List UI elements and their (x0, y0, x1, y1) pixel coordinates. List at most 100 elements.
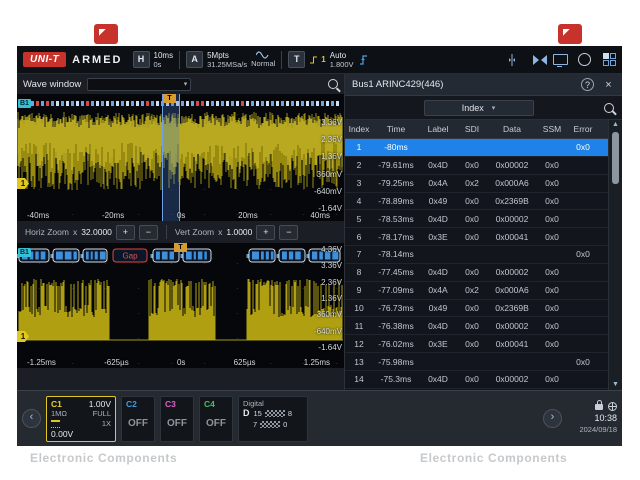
channel3-box[interactable]: C3 OFF (160, 396, 194, 442)
table-row[interactable]: 14-75.3ms0x4D0x00x000020x0 (345, 371, 608, 389)
oscilloscope-screen: UNI-T ARMED H 10ms 0s A 5Mpts 31.25MSa/s (17, 46, 622, 446)
digital-bit: 15 (254, 408, 262, 419)
table-row[interactable]: 9-77.09ms0x4A0x20x000A60x0 (345, 282, 608, 300)
scrollbar[interactable]: ▲ ▼ (608, 120, 622, 390)
acquire-menu-button[interactable]: A (186, 51, 203, 68)
table-row[interactable]: 13-75.98ms0x0 (345, 353, 608, 371)
table-cell: -78.14ms (373, 249, 419, 259)
table-cell: -75.3ms (373, 374, 419, 384)
horiz-zoom-out-button[interactable]: − (139, 225, 158, 240)
search-icon[interactable] (328, 79, 338, 89)
help-icon[interactable]: ? (581, 78, 594, 91)
wave-plot-main[interactable]: T B1 1 3.36V2.36V1.36V360mV-640mV-1.64V … (17, 94, 344, 221)
auto-center-icon[interactable] (503, 51, 521, 69)
horiz-zoom-in-button[interactable]: + (116, 225, 135, 240)
vert-zoom-out-button[interactable]: − (279, 225, 298, 240)
watermark-text: Electronic Components (420, 451, 567, 465)
table-cell: 5 (345, 214, 373, 224)
table-cell: -76.38ms (373, 321, 419, 331)
table-cell: 0x4D (419, 214, 457, 224)
digital-d-label: D (243, 408, 250, 419)
digital-bit: 0 (283, 419, 287, 430)
zoom-window-band[interactable] (162, 94, 180, 221)
wave-plot-zoom[interactable]: Gap T B1 1 4.36V3.36V2.36V1.36V360mV-640… (17, 243, 344, 368)
index-filter-dropdown[interactable]: Index ▾ (424, 100, 534, 116)
display-settings-icon[interactable] (551, 51, 569, 69)
trigger-position-marker[interactable]: T (163, 94, 176, 103)
channel1-probe: 1X (102, 419, 111, 429)
table-row[interactable]: 10-76.73ms0x490x00x2369B0x0 (345, 300, 608, 318)
channel2-box[interactable]: C2 OFF (121, 396, 155, 442)
bus-table-body: 1-80ms0x02-79.61ms0x4D0x00x000020x03-79.… (345, 139, 608, 407)
table-row[interactable]: 5-78.53ms0x4D0x00x000020x0 (345, 210, 608, 228)
table-cell: 0x00002 (487, 321, 537, 331)
language-icon[interactable] (608, 402, 617, 411)
dc-coupling-icon (51, 420, 60, 428)
trigger-source: 1 (321, 55, 325, 64)
digital-channels-box[interactable]: Digital D 15 8 7 0 (238, 396, 308, 442)
close-icon[interactable]: × (602, 79, 615, 91)
scroll-down-icon[interactable]: ▼ (612, 380, 619, 390)
channel1-offset: 0.00V (51, 429, 73, 439)
scroll-up-icon[interactable]: ▲ (612, 120, 619, 130)
wave-window-header: Wave window ▾ (17, 74, 344, 94)
table-row[interactable]: 1-80ms0x0 (345, 139, 608, 157)
table-cell: 0x0 (457, 339, 487, 349)
trigger-position-marker[interactable]: T (174, 243, 187, 252)
acquire-mode: Normal (251, 59, 275, 68)
trigger-settings-group[interactable]: T 1 Auto 1.800V (288, 51, 369, 69)
scrollbar-thumb[interactable] (612, 132, 619, 184)
column-header: SSM (537, 124, 567, 134)
table-cell: 0x0 (457, 374, 487, 384)
chevron-down-icon: ▾ (492, 104, 496, 112)
table-cell: 0x0 (537, 339, 567, 349)
table-row[interactable]: 3-79.25ms0x4A0x20x000A60x0 (345, 175, 608, 193)
table-cell: -77.09ms (373, 285, 419, 295)
index-filter-value: Index (462, 103, 484, 113)
voltage-label: -640mV (314, 327, 342, 336)
table-cell: 4 (345, 196, 373, 206)
time-label: -625µs (104, 358, 129, 367)
table-cell: 0x0 (567, 249, 599, 259)
table-row[interactable]: 2-79.61ms0x4D0x00x000020x0 (345, 157, 608, 175)
xy-display-icon[interactable] (527, 51, 545, 69)
table-row[interactable]: 4-78.89ms0x490x00x2369B0x0 (345, 193, 608, 211)
channel4-label: C4 (204, 399, 228, 409)
divider (179, 51, 180, 69)
vert-zoom-in-button[interactable]: + (256, 225, 275, 240)
next-page-button[interactable]: › (543, 409, 562, 428)
table-cell: 0x4D (419, 321, 457, 331)
table-row[interactable]: 12-76.02ms0x3E0x00x000410x0 (345, 335, 608, 353)
waveform-main (17, 94, 344, 221)
bus1-tag: B1 (18, 99, 31, 108)
trigger-menu-button[interactable]: T (288, 51, 305, 68)
table-row[interactable]: 11-76.38ms0x4D0x00x000020x0 (345, 317, 608, 335)
acquire-settings-group[interactable]: A 5Mpts 31.25MSa/s Normal (186, 51, 275, 69)
horizontal-menu-button[interactable]: H (133, 51, 150, 68)
channel4-box[interactable]: C4 OFF (199, 396, 233, 442)
time-scale: -1.25ms-625µs0s625µs1.25ms (27, 358, 330, 367)
column-header: SDI (457, 124, 487, 134)
table-cell: 0x4A (419, 285, 457, 295)
table-row[interactable]: 7-78.14ms 0x0 (345, 246, 608, 264)
table-row[interactable]: 6-78.17ms0x3E0x00x000410x0 (345, 228, 608, 246)
lock-icon[interactable] (595, 404, 603, 410)
prev-page-button[interactable]: ‹ (22, 409, 41, 428)
table-cell: 0x0 (457, 196, 487, 206)
search-icon[interactable] (604, 103, 614, 113)
table-row[interactable]: 8-77.45ms0x4D0x00x000020x0 (345, 264, 608, 282)
window-layout-icon[interactable] (603, 53, 616, 66)
table-cell: -78.17ms (373, 232, 419, 242)
table-cell: 7 (345, 249, 373, 259)
time-label: 20ms (238, 211, 258, 220)
digital-bit: 7 (253, 419, 257, 430)
voltage-label: -1.64V (318, 343, 342, 352)
channel1-box[interactable]: C1 1.00V 1MΩ FULL 1X 0.00V (46, 396, 116, 442)
horizontal-settings-group[interactable]: H 10ms 0s (133, 51, 174, 69)
table-cell: 0x00002 (487, 374, 537, 384)
clear-display-icon[interactable] (575, 51, 593, 69)
wave-window-dropdown[interactable]: ▾ (87, 78, 191, 91)
table-cell: -76.02ms (373, 339, 419, 349)
table-cell: 14 (345, 374, 373, 384)
wave-window-panel: Wave window ▾ T B1 1 3.36V2.36V1.36V360m… (17, 74, 344, 390)
